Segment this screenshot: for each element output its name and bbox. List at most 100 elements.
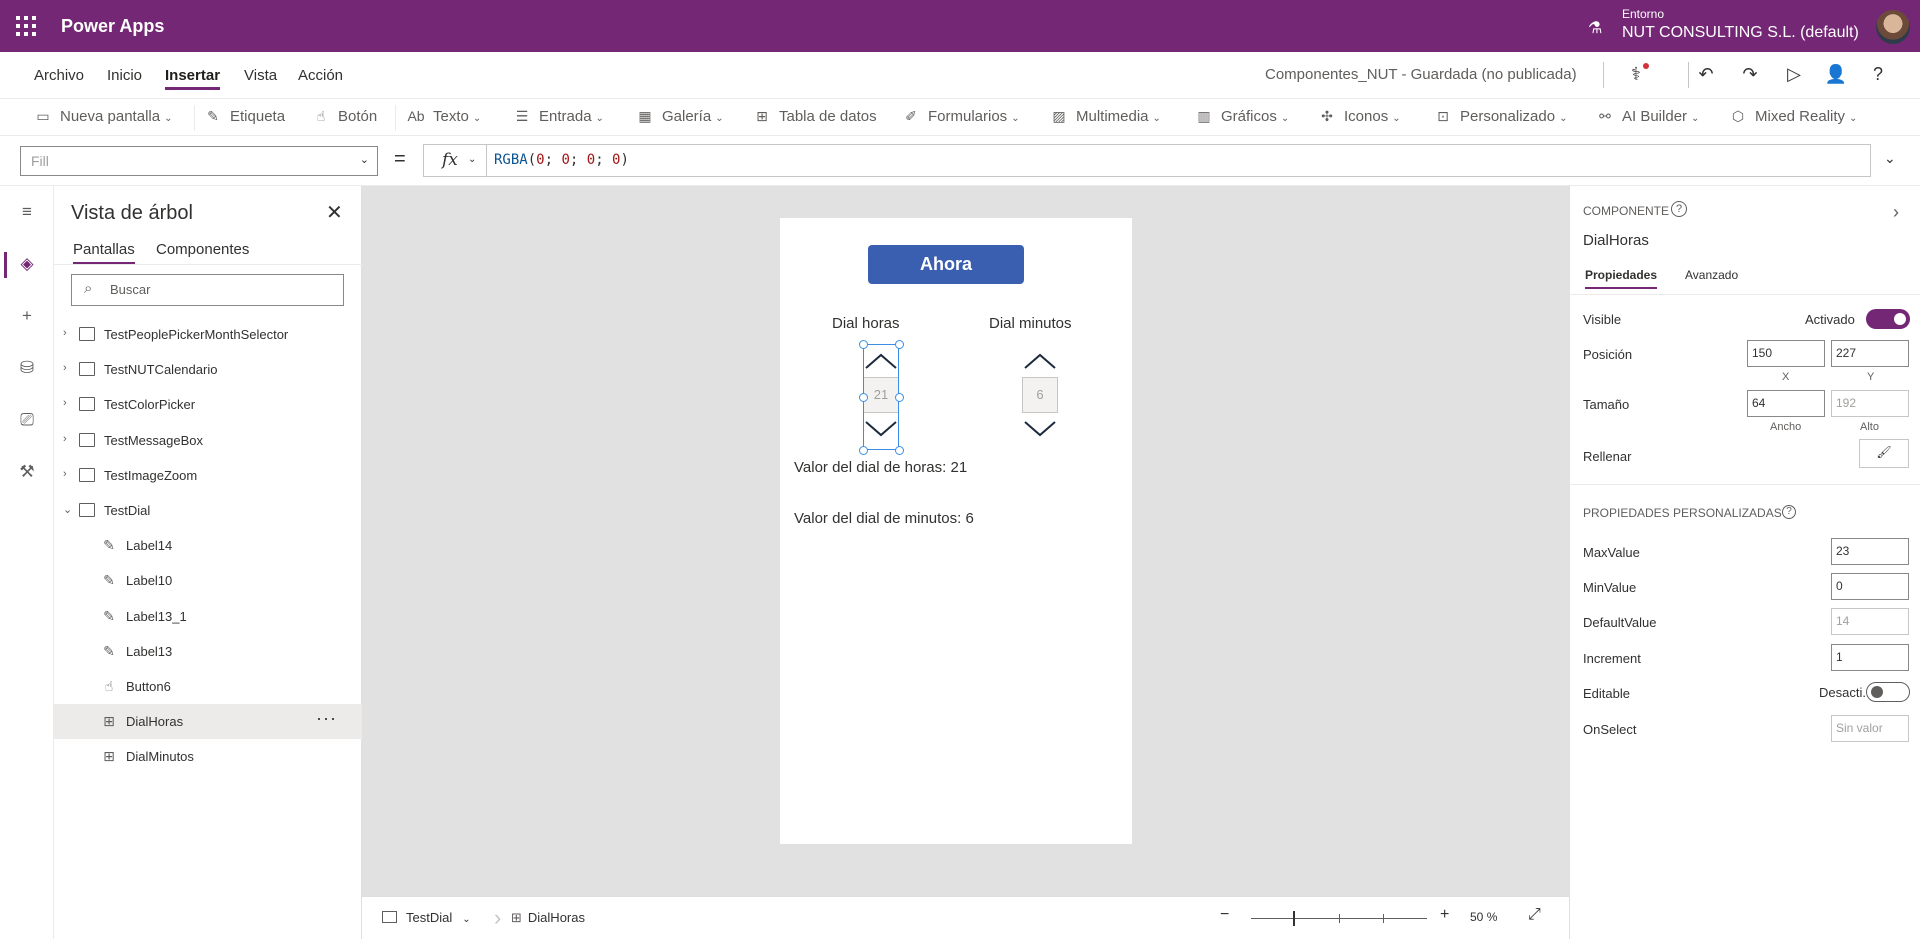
help-icon[interactable]: ? (1866, 64, 1890, 86)
data-table-button[interactable]: ⊞ Tabla de datos (753, 108, 876, 125)
text-button[interactable]: Ab Texto ⌄ (407, 108, 481, 125)
resize-handle[interactable] (859, 340, 868, 349)
tree-item[interactable]: ✎ Label14 (54, 528, 362, 563)
resize-handle[interactable] (895, 340, 904, 349)
maxvalue-input[interactable]: 23 (1831, 538, 1909, 565)
onselect-input[interactable]: Sin valor (1831, 715, 1909, 742)
tree-item[interactable]: ⊞ DialHoras ··· (54, 704, 362, 740)
share-user-icon[interactable]: 👤 (1824, 64, 1848, 86)
tab-pantallas[interactable]: Pantallas (73, 241, 135, 264)
screen-icon (79, 503, 95, 517)
tree-item[interactable]: ✎ Label10 (54, 563, 362, 598)
undo-icon[interactable]: ↶ (1694, 64, 1718, 86)
tree-view-icon[interactable]: ◈ (4, 252, 38, 278)
editable-toggle[interactable] (1866, 682, 1910, 702)
tree-item[interactable]: › TestNUTCalendario (54, 352, 362, 387)
tab-propiedades[interactable]: Propiedades (1585, 268, 1658, 289)
resize-handle[interactable] (859, 393, 868, 402)
tree-item[interactable]: ☝ Button6 (54, 669, 362, 704)
increment-input[interactable]: 1 (1831, 644, 1909, 671)
property-selector[interactable]: Fill ⌄ (20, 146, 378, 176)
breadcrumb-screen[interactable]: TestDial ⌄ (382, 910, 471, 925)
zoom-in-icon[interactable]: + (1440, 906, 1449, 924)
chevron-right-icon[interactable]: › (1893, 202, 1899, 223)
redo-icon[interactable]: ↷ (1738, 64, 1762, 86)
mixed-reality-button[interactable]: ⬡ Mixed Reality ⌄ (1729, 108, 1858, 125)
menu-inicio[interactable]: Inicio (107, 67, 142, 84)
chevron-right-icon[interactable]: › (63, 397, 67, 409)
expand-formula-icon[interactable]: ⌄ (1884, 150, 1896, 167)
forms-button[interactable]: ✐ Formularios ⌄ (902, 108, 1019, 125)
chevron-down-icon[interactable]: ⌄ (468, 154, 476, 165)
tree-item[interactable]: › TestImageZoom (54, 458, 362, 493)
search-input[interactable]: ⌕ Buscar (71, 274, 344, 306)
media-icon[interactable]: ⎚ (16, 410, 38, 432)
hamburger-icon[interactable]: ≡ (16, 202, 38, 224)
chevron-right-icon[interactable]: › (63, 468, 67, 480)
advanced-tools-icon[interactable]: ⚒ (16, 462, 38, 484)
tree-item[interactable]: › TestPeoplePickerMonthSelector (54, 317, 362, 352)
help-icon[interactable]: ? (1671, 201, 1687, 217)
resize-handle[interactable] (895, 393, 904, 402)
play-icon[interactable]: ▷ (1782, 64, 1806, 86)
button-button[interactable]: ☝ Botón (312, 108, 377, 125)
new-screen-button[interactable]: ▭ Nueva pantalla ⌄ (34, 108, 172, 125)
chevron-right-icon[interactable]: › (63, 362, 67, 374)
zoom-slider-thumb[interactable] (1293, 911, 1295, 926)
defaultvalue-input[interactable]: 14 (1831, 608, 1909, 635)
avatar[interactable] (1876, 10, 1910, 44)
close-icon[interactable]: ✕ (326, 200, 343, 225)
tree-item[interactable]: ✎ Label13_1 (54, 599, 362, 634)
charts-button[interactable]: ▥ Gráficos ⌄ (1195, 108, 1289, 125)
app-launcher-icon[interactable] (16, 16, 36, 36)
tree-item[interactable]: › TestColorPicker (54, 387, 362, 422)
panel-title: Vista de árbol (71, 202, 193, 224)
tree-item[interactable]: › TestMessageBox (54, 423, 362, 458)
breadcrumb-component[interactable]: ⊞ DialHoras (511, 910, 585, 926)
width-input[interactable]: 64 (1747, 390, 1825, 417)
menu-accion[interactable]: Acción (298, 67, 343, 84)
menu-vista[interactable]: Vista (244, 67, 277, 84)
formula-input[interactable]: fx ⌄ RGBA(0; 0; 0; 0) (423, 144, 1871, 177)
input-button[interactable]: ☰ Entrada ⌄ (513, 108, 604, 125)
zoom-out-icon[interactable]: − (1220, 906, 1229, 924)
icons-button[interactable]: ✣ Iconos ⌄ (1318, 108, 1400, 125)
label-button[interactable]: ✎ Etiqueta (204, 108, 285, 125)
custom-button[interactable]: ⊡ Personalizado ⌄ (1434, 108, 1567, 125)
ai-builder-button[interactable]: ⚯ AI Builder ⌄ (1596, 108, 1699, 125)
media-button[interactable]: ▨ Multimedia ⌄ (1050, 108, 1161, 125)
fx-icon[interactable]: fx (442, 150, 458, 170)
chevron-down-icon[interactable]: ⌄ (63, 503, 72, 516)
more-options-icon[interactable]: ··· (316, 708, 337, 729)
tree-item[interactable]: ⌄ TestDial (54, 493, 362, 528)
tab-avanzado[interactable]: Avanzado (1685, 268, 1738, 282)
chevron-right-icon[interactable]: › (63, 433, 67, 445)
data-icon[interactable]: ⛁ (16, 358, 38, 380)
label-icon: ✎ (103, 537, 115, 554)
custom-label: Personalizado (1460, 108, 1556, 125)
now-button[interactable]: Ahora (868, 245, 1024, 284)
dial-minutes-up-icon[interactable] (1022, 352, 1058, 370)
resize-handle[interactable] (859, 446, 868, 455)
insert-icon[interactable]: + (16, 306, 38, 328)
media-label: Multimedia (1076, 108, 1149, 125)
tab-componentes[interactable]: Componentes (156, 241, 249, 258)
tree-item[interactable]: ✎ Label13 (54, 634, 362, 669)
gallery-button[interactable]: ▦ Galería ⌄ (636, 108, 723, 125)
help-icon[interactable]: ? (1782, 505, 1796, 519)
app-screen[interactable]: Ahora Dial horas Dial minutos 21 6 Valor… (780, 218, 1132, 844)
menu-insertar[interactable]: Insertar (165, 67, 221, 90)
minvalue-input[interactable]: 0 (1831, 573, 1909, 600)
menu-archivo[interactable]: Archivo (34, 67, 84, 84)
visible-toggle[interactable] (1866, 309, 1910, 329)
fill-color-picker[interactable]: 🖌 (1859, 439, 1909, 468)
environment-name[interactable]: NUT CONSULTING S.L. (default) (1622, 24, 1859, 42)
position-x-input[interactable]: 150 (1747, 340, 1825, 367)
resize-handle[interactable] (895, 446, 904, 455)
height-input[interactable]: 192 (1831, 390, 1909, 417)
fit-to-window-icon[interactable]: ⤢ (1528, 906, 1541, 924)
chevron-right-icon[interactable]: › (63, 327, 67, 339)
dial-minutes-down-icon[interactable] (1022, 420, 1058, 438)
position-y-input[interactable]: 227 (1831, 340, 1909, 367)
tree-item[interactable]: ⊞ DialMinutos (54, 739, 362, 774)
